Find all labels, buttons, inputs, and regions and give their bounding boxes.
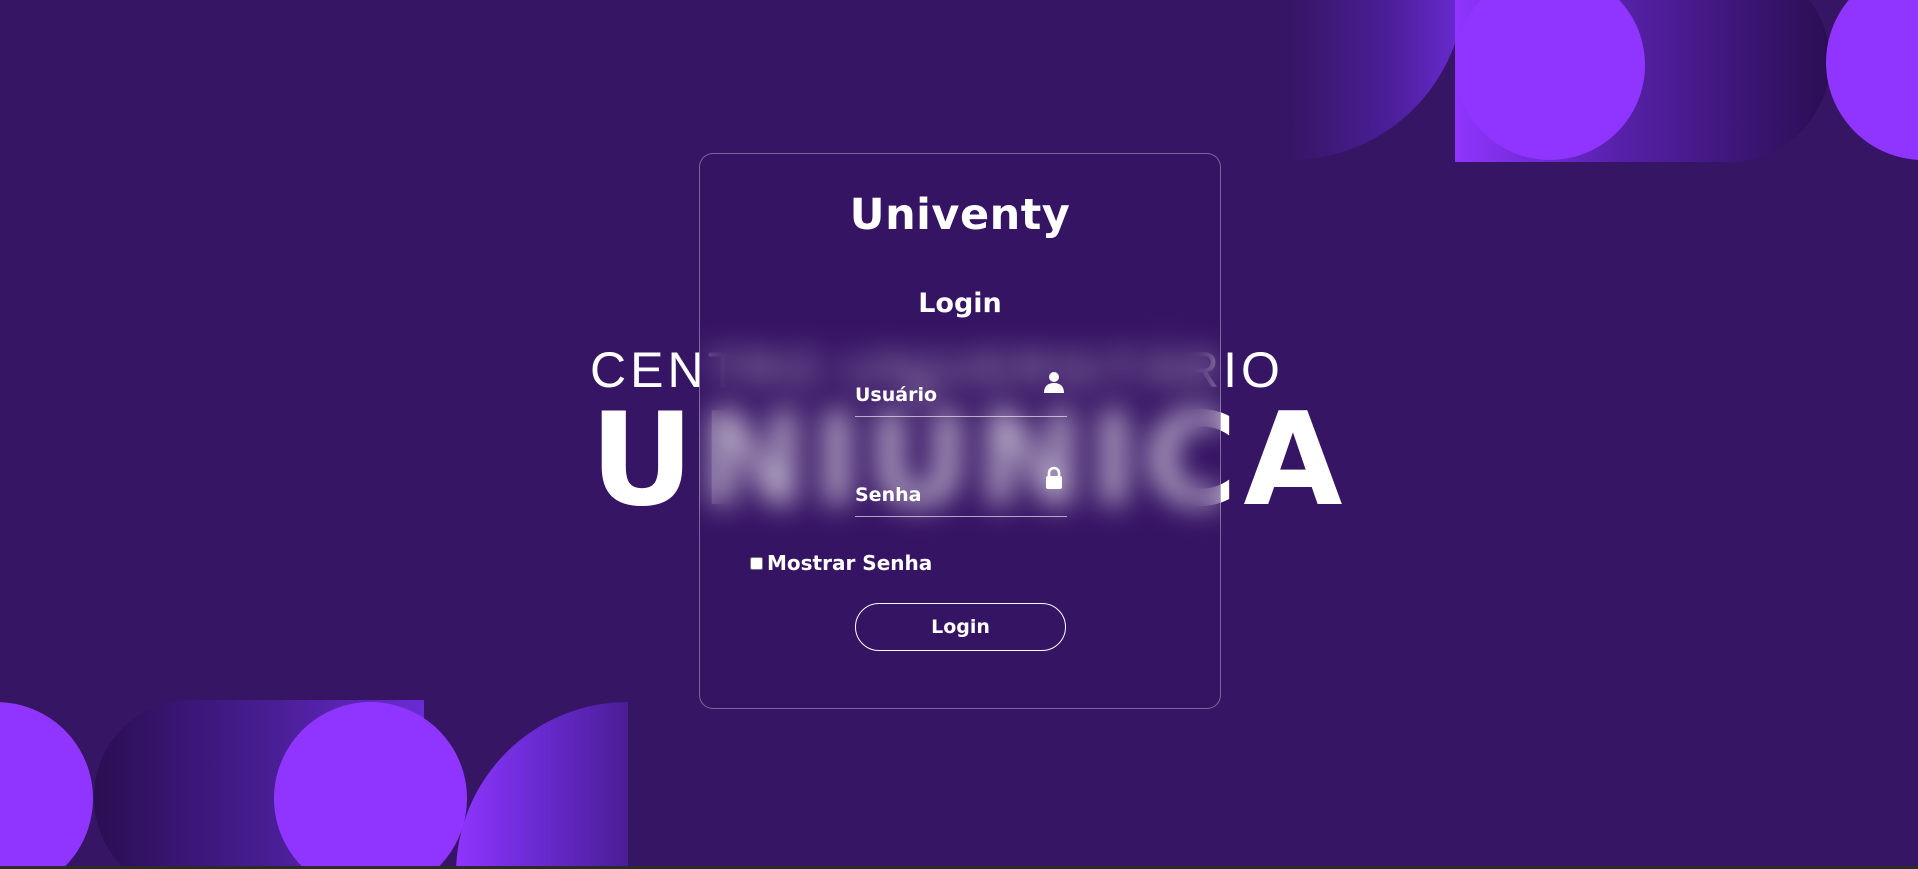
user-icon [1043,370,1065,394]
app-logo-text: Univenty [849,190,1071,240]
show-password-label: Mostrar Senha [767,551,933,575]
login-card: Univenty Login Mostrar Senha [699,153,1221,709]
login-button[interactable]: Login [855,603,1066,651]
login-title: Login [918,288,1002,319]
decor-circle-top-2 [1826,0,1918,160]
show-password-toggle[interactable]: Mostrar Senha [750,551,932,575]
password-input[interactable] [855,484,1025,512]
lock-icon [1043,466,1065,490]
username-field [855,370,1067,417]
login-page: CENTRO UNIVERSITÁRIO UNIÚNICA Univenty L… [0,0,1918,869]
decor-shape-bottom-arc [456,702,628,869]
username-input[interactable] [855,384,1025,412]
show-password-checkbox[interactable] [750,556,763,570]
decor-circle-bottom-1 [0,702,93,869]
password-field [855,466,1067,517]
decor-shape-top-left-arc [1290,0,1465,160]
